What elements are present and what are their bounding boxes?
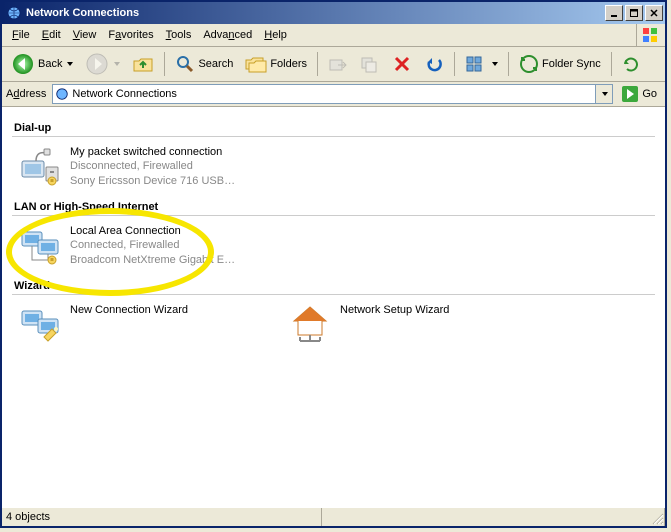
connection-device: Sony Ericsson Device 716 USB… (70, 174, 235, 188)
wizard-item-new-connection[interactable]: New Connection Wizard (16, 301, 256, 349)
folder-up-icon (132, 53, 154, 75)
menu-edit[interactable]: Edit (36, 27, 67, 43)
menu-tools[interactable]: Tools (160, 27, 198, 43)
toolbar: Back Search (2, 47, 665, 82)
window-title: Network Connections (26, 7, 603, 19)
network-connections-icon (6, 5, 22, 21)
up-button[interactable] (127, 50, 159, 78)
wizard-item-network-setup[interactable]: Network Setup Wizard (286, 301, 526, 349)
connection-status: Disconnected, Firewalled (70, 159, 235, 173)
address-label: Address (6, 88, 48, 100)
lan-connection-icon (16, 222, 64, 270)
views-button[interactable] (460, 50, 503, 78)
go-button[interactable]: Go (617, 84, 661, 104)
window: Network Connections File Edit View Favor… (0, 0, 667, 528)
forward-icon (85, 52, 109, 76)
undo-button[interactable] (419, 50, 449, 78)
folders-icon (245, 54, 267, 74)
delete-button[interactable] (387, 50, 417, 78)
connection-device: Broadcom NetXtreme Gigabit E… (70, 253, 235, 267)
search-icon (175, 54, 195, 74)
menubar: File Edit View Favorites Tools Advanced … (2, 24, 665, 47)
undo-icon (424, 54, 444, 74)
address-value: Network Connections (72, 88, 177, 100)
search-button[interactable]: Search (170, 50, 238, 78)
section-header-lan: LAN or High-Speed Internet (12, 197, 655, 216)
forward-button[interactable] (80, 50, 125, 78)
wizard-title: New Connection Wizard (70, 303, 188, 317)
back-button[interactable]: Back (6, 50, 78, 78)
delete-icon (392, 54, 412, 74)
back-icon (11, 52, 35, 76)
move-to-icon (328, 54, 348, 74)
refresh-icon (622, 55, 640, 73)
folders-button[interactable]: Folders (240, 50, 312, 78)
address-field[interactable]: Network Connections (52, 84, 613, 104)
wizard-title: Network Setup Wizard (340, 303, 449, 317)
refresh-button[interactable] (617, 50, 645, 78)
section-header-wizard: Wizard (12, 276, 655, 295)
menu-file[interactable]: File (6, 27, 36, 43)
go-label: Go (642, 88, 657, 100)
windows-logo-icon (636, 24, 663, 46)
back-label: Back (38, 58, 62, 70)
menu-advanced[interactable]: Advanced (197, 27, 258, 43)
titlebar: Network Connections (2, 2, 665, 24)
statusbar: 4 objects (2, 507, 665, 526)
resize-grip-icon[interactable] (649, 510, 665, 526)
sync-icon (519, 54, 539, 74)
addressbar: Address Network Connections Go (2, 82, 665, 107)
menu-help[interactable]: Help (258, 27, 293, 43)
network-connections-icon (55, 87, 69, 101)
connection-title: My packet switched connection (70, 145, 235, 159)
menu-view[interactable]: View (67, 27, 103, 43)
move-to-button[interactable] (323, 50, 353, 78)
section-header-dialup: Dial-up (12, 118, 655, 137)
chevron-down-icon (492, 62, 498, 66)
connection-item-lan[interactable]: Local Area Connection Connected, Firewal… (16, 222, 256, 270)
chevron-down-icon (602, 92, 608, 96)
chevron-down-icon (114, 62, 120, 66)
network-setup-wizard-icon (286, 301, 334, 349)
dialup-connection-icon (16, 143, 64, 191)
go-icon (621, 85, 639, 103)
connection-status: Connected, Firewalled (70, 238, 235, 252)
address-dropdown-button[interactable] (595, 85, 612, 103)
connection-title: Local Area Connection (70, 224, 235, 238)
content-area: Dial-up My packet switche (2, 107, 665, 507)
folders-label: Folders (270, 58, 307, 70)
copy-to-button[interactable] (355, 50, 385, 78)
maximize-button[interactable] (625, 5, 643, 21)
minimize-button[interactable] (605, 5, 623, 21)
search-label: Search (198, 58, 233, 70)
folder-sync-button[interactable]: Folder Sync (514, 50, 606, 78)
chevron-down-icon (67, 62, 73, 66)
close-button[interactable] (645, 5, 663, 21)
status-spacer (322, 508, 665, 526)
folder-sync-label: Folder Sync (542, 58, 601, 70)
new-connection-wizard-icon (16, 301, 64, 349)
connection-item-dialup[interactable]: My packet switched connection Disconnect… (16, 143, 256, 191)
status-text: 4 objects (2, 508, 322, 526)
menu-favorites[interactable]: Favorites (102, 27, 159, 43)
views-icon (465, 54, 487, 74)
copy-to-icon (360, 54, 380, 74)
